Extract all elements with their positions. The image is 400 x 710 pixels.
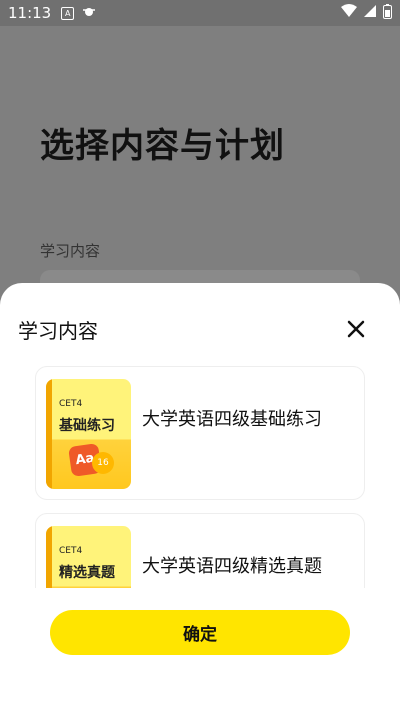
close-icon — [347, 320, 365, 338]
content-bottom-sheet: 学习内容 CET4 基础练习 Aa 16 大学英语四级基础练习 CET4 精选真… — [0, 283, 400, 710]
list-item-cet4-basic[interactable]: CET4 基础练习 Aa 16 大学英语四级基础练习 — [35, 366, 365, 500]
clock: 11:13 — [8, 4, 52, 22]
notification-icon-a: A — [61, 6, 75, 20]
number-badge: 16 — [92, 452, 114, 474]
content-list[interactable]: CET4 基础练习 Aa 16 大学英语四级基础练习 CET4 精选真题 大学英… — [0, 361, 400, 588]
book-cover: CET4 精选真题 — [46, 526, 131, 588]
cover-title: 基础练习 — [59, 418, 115, 434]
cover-tag: CET4 — [59, 546, 83, 556]
battery-icon — [383, 3, 392, 23]
page-title: 选择内容与计划 — [40, 126, 285, 166]
list-item-title: 大学英语四级精选真题 — [142, 556, 322, 577]
notification-bug-icon — [82, 4, 96, 22]
status-bar: 11:13 A — [0, 0, 400, 26]
book-cover: CET4 基础练习 Aa 16 — [46, 379, 131, 489]
signal-icon — [363, 4, 377, 22]
cover-tag: CET4 — [59, 399, 83, 409]
sheet-title: 学习内容 — [18, 319, 98, 343]
close-button[interactable] — [344, 317, 368, 341]
confirm-button[interactable]: 确定 — [50, 610, 350, 655]
content-section-label: 学习内容 — [40, 242, 101, 260]
list-item-cet4-real-exam[interactable]: CET4 精选真题 大学英语四级精选真题 — [35, 513, 365, 588]
wifi-icon — [341, 4, 357, 22]
list-item-title: 大学英语四级基础练习 — [142, 409, 322, 430]
cover-title: 精选真题 — [59, 565, 115, 581]
